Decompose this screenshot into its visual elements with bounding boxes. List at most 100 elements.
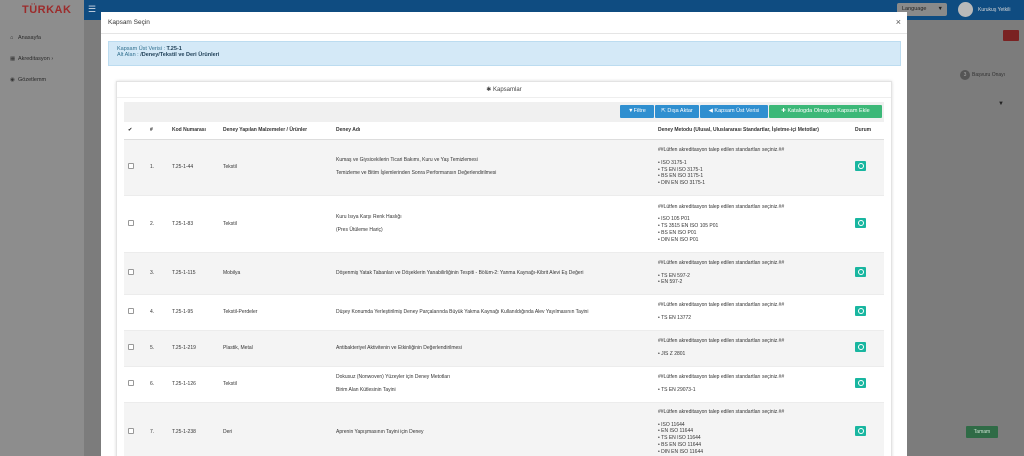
method-cell: ##Lütfen akreditasyon talep edilen stand… <box>654 138 851 195</box>
method-item[interactable]: • BS EN ISO 11644 <box>658 442 847 449</box>
row-number: 4. <box>146 293 168 330</box>
panel-title-label: Kapsamlar <box>493 87 522 93</box>
filter-button[interactable]: ▼Filtre <box>620 105 654 118</box>
row-select-cell <box>124 329 146 366</box>
modal-title: Kapsam Seçin <box>108 19 150 26</box>
close-icon[interactable]: × <box>896 17 901 27</box>
avatar[interactable] <box>958 2 973 17</box>
row-checkbox[interactable] <box>128 308 134 314</box>
method-item[interactable]: • TS EN 597-2 <box>658 273 847 280</box>
method-label: ISO 3175-1 <box>661 159 687 166</box>
filter-label: Filtre <box>633 108 646 114</box>
method-item[interactable]: • TS 3515 EN ISO 105 P01 <box>658 223 847 230</box>
row-checkbox[interactable] <box>128 428 134 435</box>
test-name-line: Düşey Konumda Yerleştirilmiş Deney Parça… <box>336 308 589 315</box>
method-item[interactable]: • TS EN 29073-1 <box>658 387 847 394</box>
test-name-line: Kumaş ve Giysicekilerin Ticari Bakımı, K… <box>336 157 478 163</box>
step-number: 3 <box>960 70 970 80</box>
info-value: /Deney/Tekstil ve Deri Ürünleri <box>140 52 220 58</box>
column-header-no[interactable]: # <box>146 122 168 140</box>
add-scope-button[interactable]: ✚ Katalogda Olmayan Kapsam Ekle <box>769 105 882 118</box>
method-item[interactable]: • JIS Z 2801 <box>658 351 847 358</box>
row-checkbox[interactable] <box>128 163 134 169</box>
test-cell: Kumaş ve Giysicekilerin Ticari Bakımı, K… <box>332 138 654 195</box>
method-label: EN ISO 11644 <box>661 428 694 435</box>
method-cell: ##Lütfen akreditasyon talep edilen stand… <box>654 329 851 366</box>
material-cell: Deri <box>219 401 332 456</box>
material-cell: Tekstil <box>219 138 332 195</box>
row-checkbox[interactable] <box>128 344 134 350</box>
method-item[interactable]: • TS EN ISO 3175-1 <box>658 167 847 174</box>
test-name-line: Dokusuz (Nonwoven) Yüzeyler için Deney M… <box>336 374 451 380</box>
method-label: ISO 11644 <box>661 421 685 428</box>
method-cell: ##Lütfen akreditasyon talep edilen stand… <box>654 365 851 402</box>
method-item[interactable]: • ISO 11644 <box>658 422 847 429</box>
row-checkbox[interactable] <box>128 380 134 386</box>
status-ok-icon[interactable] <box>855 306 866 316</box>
status-cell <box>851 194 884 252</box>
chevron-down-icon: ▼ <box>937 6 943 12</box>
table-row[interactable]: 5. T.25-1-219 Plastik, Metal Antibakteriyel… <box>124 329 884 366</box>
status-ok-icon[interactable] <box>855 342 866 352</box>
method-item[interactable]: • BS EN ISO P01 <box>658 230 847 237</box>
scope-info-box: Kapsam Üst Verisi : T.25-1 Alt Alan : /D… <box>108 41 901 66</box>
panel-title: ✱ Kapsamlar <box>117 82 891 98</box>
method-item[interactable]: • DIN EN ISO P01 <box>658 237 847 244</box>
method-item[interactable]: • TS EN 13772 <box>658 315 847 322</box>
method-item[interactable]: • TS EN ISO 11644 <box>658 435 847 442</box>
sidebar-item-accreditation[interactable]: ▦ Akreditasyon › <box>10 56 53 62</box>
status-ok-icon[interactable] <box>855 426 866 437</box>
sidebar-item-label: Akreditasyon <box>18 56 50 62</box>
method-cell: ##Lütfen akreditasyon talep edilen stand… <box>654 401 851 456</box>
method-note: ##Lütfen akreditasyon talep edilen stand… <box>658 203 785 210</box>
code-cell: T.25-1-238 <box>168 401 219 456</box>
home-icon: ⌂ <box>10 35 14 41</box>
scope-meta-button[interactable]: ◀ Kapsam Üst Verisi <box>700 105 768 118</box>
row-select-cell <box>124 401 146 456</box>
status-ok-icon[interactable] <box>855 378 866 388</box>
method-item[interactable]: • DIN EN ISO 11644 <box>658 449 847 456</box>
status-ok-icon[interactable] <box>855 161 866 171</box>
table-row[interactable]: 1. T.25-1-44 Tekstil Kumaş ve Giysicekileri… <box>124 138 884 195</box>
method-item[interactable]: • EN 597-2 <box>658 279 847 286</box>
row-checkbox[interactable] <box>128 269 134 275</box>
chart-icon: ▦ <box>10 56 16 62</box>
method-note: ##Lütfen akreditasyon talep edilen stand… <box>658 302 785 309</box>
table-row[interactable]: 6. T.25-1-126 Tekstil Dokusuz (Nonwoven) Yü… <box>124 365 884 402</box>
test-name-line: Birim Alan Kütlesinin Tayini <box>336 387 396 393</box>
column-header-material[interactable]: Deney Yapılan Malzemeler / Ürünler <box>219 122 332 140</box>
gear-icon: ✱ <box>486 87 492 93</box>
method-item[interactable]: • EN ISO 11644 <box>658 428 847 435</box>
user-name[interactable]: Kurukuş Yetkili <box>978 7 1011 13</box>
column-header-select[interactable]: ✔ <box>124 122 146 140</box>
hamburger-menu-icon[interactable]: ☰ <box>88 4 100 15</box>
column-header-method[interactable]: Deney Metodu (Ulusal, Uluslararası Stand… <box>654 122 851 140</box>
row-number: 1. <box>146 138 168 195</box>
method-note: ##Lütfen akreditasyon talep edilen stand… <box>658 374 785 381</box>
sidebar-item-surveillance[interactable]: ◉ Gözetlemm <box>10 77 46 83</box>
row-number: 6. <box>146 365 168 402</box>
table-row[interactable]: 2. T.25-1-83 Tekstil Kuru Isıya Karşı Renk … <box>124 194 884 252</box>
method-item[interactable]: • ISO 105 P01 <box>658 216 847 223</box>
table-row[interactable]: 4. T.25-1-95 Tekstil-Perdeler Düşey Konumda… <box>124 293 884 330</box>
method-item[interactable]: • ISO 3175-1 <box>658 160 847 167</box>
test-name-line: Aprenin Yapışmasının Tayini için Deney <box>336 428 424 435</box>
column-header-code[interactable]: Kod Numarası <box>168 122 219 140</box>
method-item[interactable]: • BS EN ISO 3175-1 <box>658 173 847 180</box>
table-row[interactable]: 3. T.25-1-115 Mobilya Döşenmiş Yatak Tabanl… <box>124 251 884 294</box>
test-cell: Düşey Konumda Yerleştirilmiş Deney Parça… <box>332 293 654 330</box>
status-ok-icon[interactable] <box>855 267 866 277</box>
method-item[interactable]: • DIN EN ISO 3175-1 <box>658 180 847 187</box>
method-label: TS EN ISO 11644 <box>661 435 701 442</box>
table-row[interactable]: 7. T.25-1-238 Deri Aprenin Yapışmasının Tay… <box>124 401 884 456</box>
method-label: TS EN ISO 3175-1 <box>661 166 703 173</box>
row-checkbox[interactable] <box>128 219 134 226</box>
export-button[interactable]: ⇱ Dışa Aktar <box>655 105 699 118</box>
column-header-test[interactable]: Deney Adı <box>332 122 654 140</box>
scopes-table: ✔ # Kod Numarası Deney Yapılan Malzemele… <box>124 122 884 456</box>
method-cell: ##Lütfen akreditasyon talep edilen stand… <box>654 194 851 252</box>
sidebar-item-home[interactable]: ⌂ Anasayfa <box>10 35 41 41</box>
method-label: TS EN 29073-1 <box>661 387 696 393</box>
status-ok-icon[interactable] <box>855 217 866 228</box>
column-header-status[interactable]: Durum <box>851 122 884 140</box>
